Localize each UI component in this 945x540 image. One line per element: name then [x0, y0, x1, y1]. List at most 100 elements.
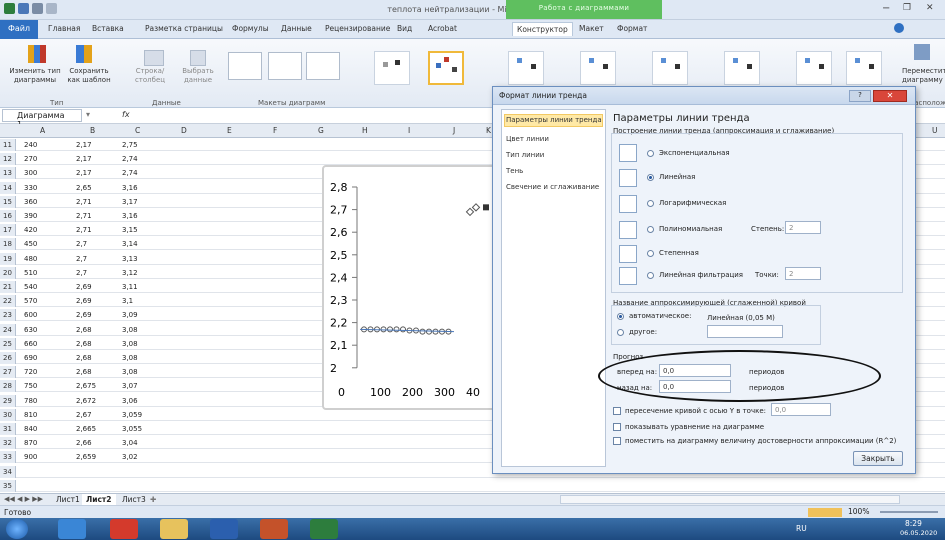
radio-name-auto[interactable] [617, 313, 624, 320]
restore-icon[interactable]: ❐ [903, 3, 911, 13]
row-header[interactable]: 13 [0, 167, 16, 180]
fx-icon[interactable]: fx [122, 110, 130, 119]
cell-c[interactable]: 3,04 [122, 439, 138, 447]
row-header[interactable]: 35 [0, 479, 16, 492]
cell-a[interactable]: 900 [24, 453, 37, 461]
label-name-custom[interactable]: другое: [629, 328, 657, 336]
cell-c[interactable]: 3,08 [122, 354, 138, 362]
sheet-tab-3[interactable]: Лист3 [122, 495, 146, 504]
cell-c[interactable]: 3,13 [122, 255, 138, 263]
row-header[interactable]: 30 [0, 408, 16, 421]
label-show-r2[interactable]: поместить на диаграмму величину достовер… [625, 437, 896, 445]
cell-b[interactable]: 2,665 [76, 425, 96, 433]
cell-a[interactable]: 870 [24, 439, 37, 447]
col-header-f[interactable]: F [273, 126, 277, 135]
intercept-input[interactable]: 0,0 [771, 403, 831, 416]
row-header[interactable]: 12 [0, 153, 16, 166]
change-chart-type-icon[interactable] [28, 45, 46, 63]
cell-a[interactable]: 330 [24, 184, 37, 192]
switch-row-column-icon[interactable] [144, 50, 164, 66]
cell-a[interactable]: 660 [24, 340, 37, 348]
tab-review[interactable]: Рецензирование [325, 24, 390, 33]
cell-c[interactable]: 3,055 [122, 425, 142, 433]
cell-c[interactable]: 3,02 [122, 453, 138, 461]
cell-a[interactable]: 420 [24, 226, 37, 234]
row-header[interactable]: 25 [0, 337, 16, 350]
cell-b[interactable]: 2,672 [76, 397, 96, 405]
dialog-close-icon[interactable]: ✕ [873, 90, 907, 102]
cell-b[interactable]: 2,68 [76, 340, 92, 348]
cell-b[interactable]: 2,7 [76, 240, 87, 248]
tab-format[interactable]: Формат [617, 24, 647, 33]
chart-style-3[interactable] [508, 51, 544, 85]
tab-page-layout[interactable]: Разметка страницы [145, 24, 223, 33]
tab-insert[interactable]: Вставка [92, 24, 124, 33]
cell-c[interactable]: 3,059 [122, 411, 142, 419]
cell-c[interactable]: 3,12 [122, 269, 138, 277]
data-point-marker[interactable] [393, 326, 400, 333]
tab-acrobat[interactable]: Acrobat [428, 24, 457, 33]
custom-name-input[interactable] [707, 325, 783, 338]
help-icon[interactable] [894, 23, 904, 33]
nav-trendline-options[interactable]: Параметры линии тренда [506, 116, 602, 124]
checkbox-show-equation[interactable] [613, 423, 621, 431]
chart-style-2[interactable] [428, 51, 464, 85]
cell-c[interactable]: 2,75 [122, 141, 138, 149]
radio-moving-average[interactable] [647, 272, 654, 279]
col-header-g[interactable]: G [318, 126, 324, 135]
layout-3-thumbnail[interactable] [306, 52, 340, 80]
data-point-marker[interactable] [426, 328, 432, 335]
word-icon[interactable] [210, 519, 238, 539]
radio-name-custom[interactable] [617, 329, 624, 336]
row-header[interactable]: 18 [0, 238, 16, 251]
row-header[interactable]: 27 [0, 366, 16, 379]
row-header[interactable]: 16 [0, 210, 16, 222]
name-box-dropdown-icon[interactable]: ▾ [86, 110, 90, 119]
cell-a[interactable]: 360 [24, 198, 37, 206]
cell-b[interactable]: 2,17 [76, 155, 92, 163]
label-moving-average[interactable]: Линейная фильтрация [659, 271, 743, 279]
chart-area[interactable]: 2,8 2,7 2,6 2,5 2,4 2,3 2,2 2,1 2 0 100 200 300 40 [322, 165, 502, 410]
cell-a[interactable]: 570 [24, 297, 37, 305]
label-logarithmic[interactable]: Логарифмическая [659, 199, 726, 207]
select-data-button[interactable]: Выбрать данные [178, 67, 218, 85]
cell-a[interactable]: 630 [24, 326, 37, 334]
cell-b[interactable]: 2,659 [76, 453, 96, 461]
label-intercept[interactable]: пересечение кривой с осью Y в точке: [625, 407, 766, 415]
tab-layout[interactable]: Макет [579, 24, 604, 33]
cell-b[interactable]: 2,71 [76, 198, 92, 206]
label-exponential[interactable]: Экспоненциальная [659, 149, 730, 157]
chart-style-8[interactable] [846, 51, 882, 85]
col-header-a[interactable]: A [40, 126, 45, 135]
cell-a[interactable]: 810 [24, 411, 37, 419]
chart-style-7[interactable] [796, 51, 832, 85]
cell-c[interactable]: 3,08 [122, 326, 138, 334]
language-indicator[interactable]: RU [796, 524, 807, 533]
row-header[interactable]: 17 [0, 224, 16, 237]
cell-a[interactable]: 450 [24, 240, 37, 248]
cell-a[interactable]: 600 [24, 311, 37, 319]
minimize-icon[interactable]: − [882, 3, 890, 14]
close-window-icon[interactable]: ✕ [926, 3, 934, 13]
label-show-equation[interactable]: показывать уравнение на диаграмме [625, 423, 764, 431]
cell-b[interactable]: 2,7 [76, 269, 87, 277]
cell-b[interactable]: 2,71 [76, 226, 92, 234]
change-chart-type-button[interactable]: Изменить тип диаграммы [4, 67, 66, 85]
save-template-icon[interactable] [76, 45, 92, 63]
cell-b[interactable]: 2,675 [76, 382, 96, 390]
powerpoint-icon[interactable] [260, 519, 288, 539]
select-data-icon[interactable] [190, 50, 206, 66]
cell-b[interactable]: 2,66 [76, 439, 92, 447]
row-header[interactable]: 22 [0, 295, 16, 308]
radio-linear[interactable] [647, 174, 654, 181]
layout-1-thumbnail[interactable] [228, 52, 262, 80]
cell-a[interactable]: 510 [24, 269, 37, 277]
tab-home[interactable]: Главная [48, 24, 80, 33]
radio-logarithmic[interactable] [647, 200, 654, 207]
cell-b[interactable]: 2,68 [76, 354, 92, 362]
cell-c[interactable]: 2,74 [122, 169, 138, 177]
data-point-marker[interactable] [400, 326, 406, 333]
nav-line-color[interactable]: Цвет линии [506, 135, 549, 143]
cell-b[interactable]: 2,69 [76, 283, 92, 291]
radio-exponential[interactable] [647, 150, 654, 157]
